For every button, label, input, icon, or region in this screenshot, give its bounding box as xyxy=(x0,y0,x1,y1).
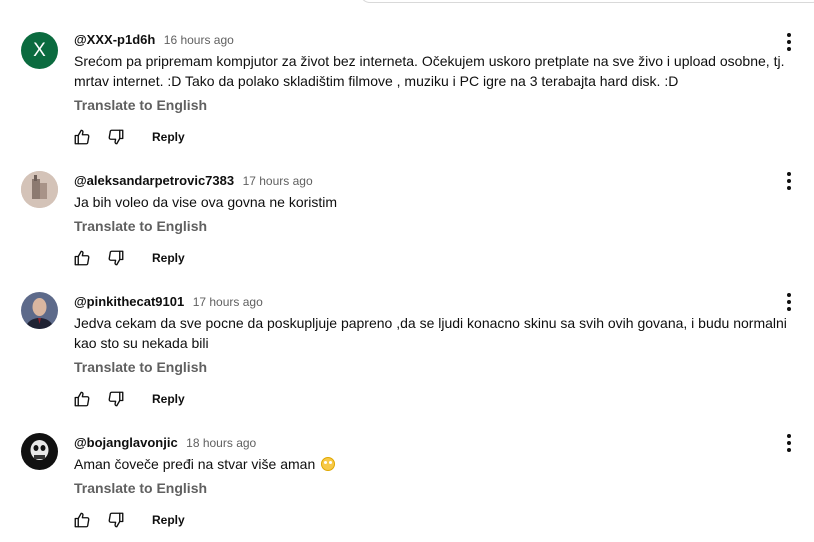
comment-header: @bojanglavonjic 18 hours ago xyxy=(74,433,799,453)
comment-body: @aleksandarpetrovic7383 17 hours ago Ja … xyxy=(74,171,799,270)
comment-header: @aleksandarpetrovic7383 17 hours ago xyxy=(74,171,799,191)
comment-author[interactable]: @aleksandarpetrovic7383 xyxy=(74,173,234,188)
comment-timestamp[interactable]: 16 hours ago xyxy=(164,33,234,47)
comment-header: @XXX-p1d6h 16 hours ago xyxy=(74,30,799,50)
avatar[interactable] xyxy=(21,292,58,329)
comment-text: Jedva cekam da sve pocne da poskupljuje … xyxy=(74,315,787,351)
reply-button[interactable]: Reply xyxy=(152,130,185,144)
comment-actions: Reply xyxy=(74,246,799,270)
reply-button[interactable]: Reply xyxy=(152,513,185,527)
reply-button[interactable]: Reply xyxy=(152,392,185,406)
translate-link[interactable]: Translate to English xyxy=(74,216,799,236)
more-actions-icon[interactable] xyxy=(785,292,793,312)
comment-actions: Reply xyxy=(74,508,799,532)
comment-box-edge xyxy=(360,0,814,3)
dislike-icon[interactable] xyxy=(104,508,128,532)
like-icon[interactable] xyxy=(70,246,94,270)
comment-text: Srećom pa pripremam kompjutor za život b… xyxy=(74,53,785,89)
comment-actions: Reply xyxy=(74,125,799,149)
comment-author[interactable]: @bojanglavonjic xyxy=(74,435,178,450)
comment-body: @pinkithecat9101 17 hours ago Jedva ceka… xyxy=(74,292,799,411)
avatar-letter: X xyxy=(33,39,46,61)
avatar[interactable] xyxy=(21,433,58,470)
dislike-icon[interactable] xyxy=(104,125,128,149)
rolling-eyes-emoji-icon xyxy=(321,457,336,471)
dislike-icon[interactable] xyxy=(104,246,128,270)
dislike-icon[interactable] xyxy=(104,387,128,411)
translate-link[interactable]: Translate to English xyxy=(74,95,799,115)
comment-timestamp[interactable]: 18 hours ago xyxy=(186,436,256,450)
avatar[interactable]: X xyxy=(21,32,58,69)
comment-body: @bojanglavonjic 18 hours ago Aman čoveče… xyxy=(74,433,799,532)
like-icon[interactable] xyxy=(70,125,94,149)
avatar[interactable] xyxy=(21,171,58,208)
translate-link[interactable]: Translate to English xyxy=(74,357,799,377)
like-icon[interactable] xyxy=(70,508,94,532)
like-icon[interactable] xyxy=(70,387,94,411)
comment-timestamp[interactable]: 17 hours ago xyxy=(243,174,313,188)
comment-timestamp[interactable]: 17 hours ago xyxy=(193,295,263,309)
comment-text: Ja bih voleo da vise ova govna ne korist… xyxy=(74,194,338,210)
comment-author[interactable]: @pinkithecat9101 xyxy=(74,294,184,309)
more-actions-icon[interactable] xyxy=(785,433,793,453)
more-actions-icon[interactable] xyxy=(785,32,793,52)
comment-text: Aman čoveče pređi na stvar više aman xyxy=(74,456,316,472)
comment-text-line: Aman čoveče pređi na stvar više aman xyxy=(74,454,799,474)
comment-author[interactable]: @XXX-p1d6h xyxy=(74,32,155,47)
comment-body: @XXX-p1d6h 16 hours ago Srećom pa pripre… xyxy=(74,30,799,149)
translate-link[interactable]: Translate to English xyxy=(74,478,799,498)
more-actions-icon[interactable] xyxy=(785,171,793,191)
comment-actions: Reply xyxy=(74,387,799,411)
comment-header: @pinkithecat9101 17 hours ago xyxy=(74,292,799,312)
reply-button[interactable]: Reply xyxy=(152,251,185,265)
